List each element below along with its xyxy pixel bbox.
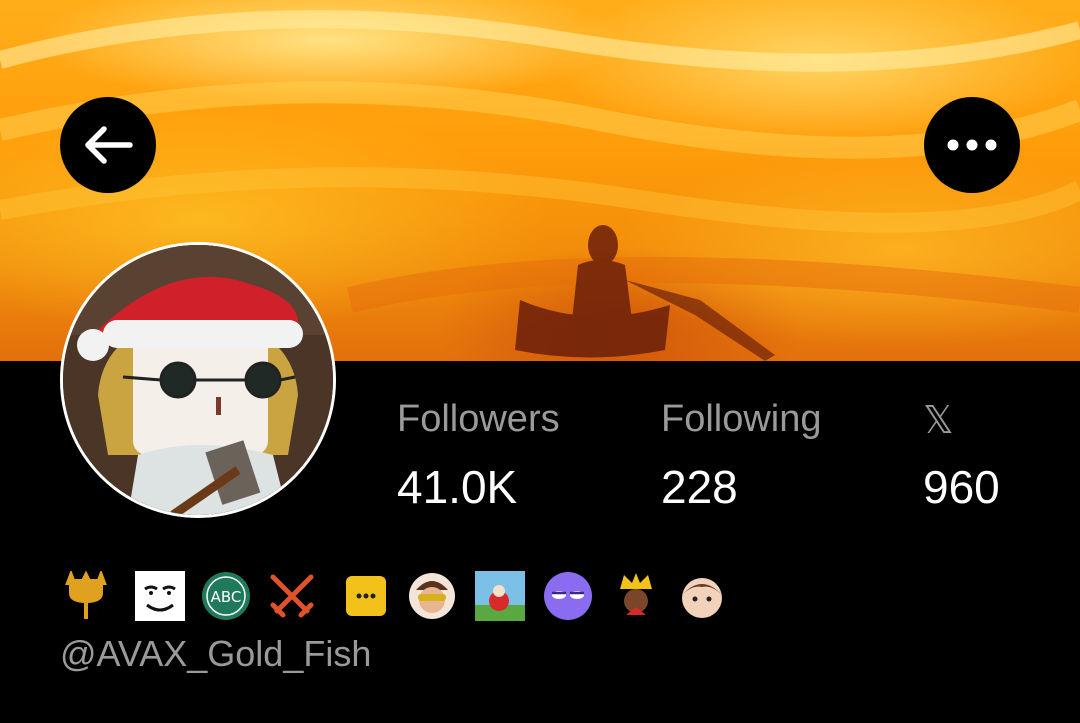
cartoon-head-icon[interactable] xyxy=(676,570,728,622)
avatar-image xyxy=(63,245,333,515)
abc-circle-icon[interactable]: ABC xyxy=(200,570,252,622)
avatar[interactable] xyxy=(60,242,336,518)
chat-bubble-icon[interactable] xyxy=(340,570,392,622)
sunglasses-avatar-icon[interactable] xyxy=(406,570,458,622)
purple-face-icon[interactable] xyxy=(542,570,594,622)
following-stat[interactable]: Following 228 xyxy=(661,398,861,513)
king-crown-icon[interactable] xyxy=(610,570,662,622)
x-logo-icon: 𝕏 xyxy=(923,398,954,442)
following-label: Following xyxy=(661,398,822,440)
following-count: 228 xyxy=(661,461,738,513)
santa-scene-icon[interactable] xyxy=(474,570,526,622)
more-options-button[interactable] xyxy=(924,97,1020,193)
followers-label: Followers xyxy=(397,398,560,440)
x-posts-stat[interactable]: 𝕏 960 xyxy=(923,398,1043,513)
followers-count: 41.0K xyxy=(397,461,518,513)
more-horizontal-icon xyxy=(947,139,997,151)
crossed-swords-icon[interactable] xyxy=(266,570,318,622)
x-posts-count: 960 xyxy=(923,461,1000,513)
svg-text:ABC: ABC xyxy=(211,588,242,606)
meme-face-icon[interactable] xyxy=(134,570,186,622)
profile-handle: @AVAX_Gold_Fish xyxy=(60,633,372,674)
trident-icon[interactable] xyxy=(60,570,112,622)
followers-stat[interactable]: Followers 41.0K xyxy=(397,398,597,513)
arrow-left-icon xyxy=(85,126,133,164)
back-button[interactable] xyxy=(60,97,156,193)
